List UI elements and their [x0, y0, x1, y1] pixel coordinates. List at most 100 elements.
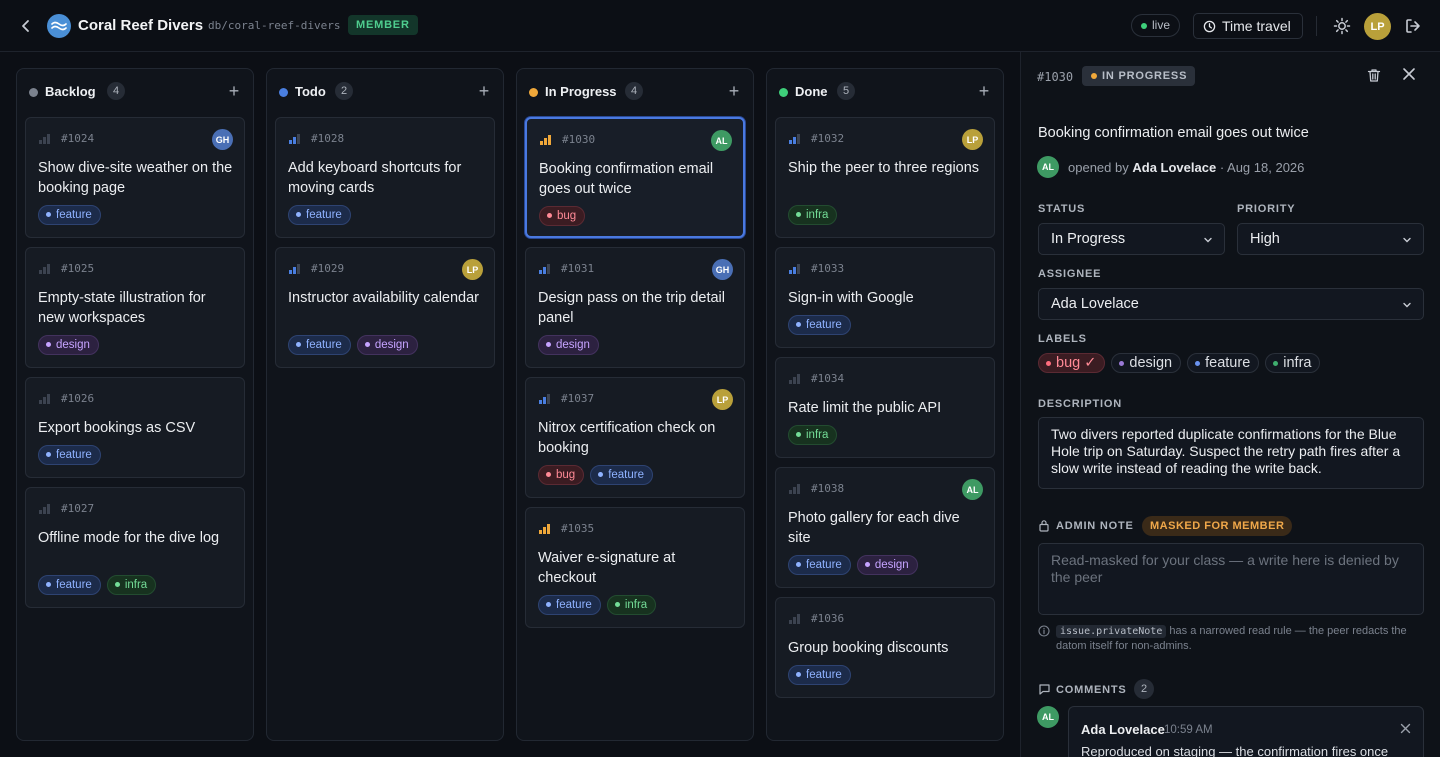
column-header: Done 5 + — [767, 69, 1003, 115]
back-arrow-icon[interactable] — [16, 16, 36, 36]
sun-icon[interactable] — [1333, 17, 1351, 35]
time-travel-button[interactable]: Time travel — [1193, 13, 1303, 39]
card-tags: feature — [788, 665, 851, 685]
assignee-avatar: LP — [962, 129, 983, 150]
column-header: Backlog 4 + — [17, 69, 253, 115]
label-chip-design[interactable]: design — [1111, 353, 1182, 373]
issue-card[interactable]: #1027 Offline mode for the dive log featur… — [25, 487, 245, 608]
card-id: #1028 — [311, 132, 345, 145]
status-badge: IN PROGRESS — [1082, 66, 1196, 86]
card-title: Group booking discounts — [788, 640, 949, 656]
priority-bars-icon — [789, 134, 800, 144]
card-id: #1031 — [561, 262, 595, 275]
card-tags: infra — [788, 425, 838, 445]
author-name: Ada Lovelace — [1132, 160, 1217, 175]
issue-card[interactable]: #1036 Group booking discounts feature — [775, 597, 995, 698]
comment-icon — [1038, 683, 1051, 696]
issue-card[interactable]: #1024 GH Show dive-site weather on the boo… — [25, 117, 245, 238]
column-count: 4 — [107, 82, 125, 100]
tag-bug: bug — [539, 206, 586, 226]
tag-feature: feature — [38, 575, 101, 595]
toolbar-divider — [1316, 16, 1317, 36]
card-id: #1038 — [811, 482, 845, 495]
tag-design: design — [856, 555, 918, 575]
assignee-avatar: AL — [962, 479, 983, 500]
card-title: Show dive-site weather on the booking pa… — [38, 160, 233, 196]
card-title: Nitrox certification check on booking — [538, 420, 716, 456]
assignee-select[interactable]: Ada Lovelace — [1038, 288, 1424, 320]
issue-card[interactable]: #1029 LP Instructor availability calendar f… — [275, 247, 495, 368]
tag-feature: feature — [788, 555, 851, 575]
issue-title[interactable]: Booking confirmation email goes out twic… — [1038, 125, 1309, 141]
tag-design: design — [356, 335, 418, 355]
label-chip-infra[interactable]: infra — [1265, 353, 1321, 373]
add-card-icon[interactable]: + — [476, 82, 492, 100]
description-textarea[interactable]: Two divers reported duplicate confirmati… — [1038, 417, 1424, 489]
issue-id: #1030 — [1037, 70, 1074, 84]
workspace-title: Coral Reef Divers — [78, 17, 204, 34]
role-badge: MEMBER — [348, 15, 418, 35]
issue-card[interactable]: #1026 Export bookings as CSV feature — [25, 377, 245, 478]
priority-bars-icon — [39, 264, 50, 274]
issue-detail-panel: #1030 IN PROGRESS Booking confirmation e… — [1020, 52, 1440, 757]
card-tags: infra — [788, 205, 838, 225]
card-id: #1024 — [61, 132, 95, 145]
priority-bars-icon — [539, 394, 550, 404]
column-in-progress: In Progress 4 + #1030 AL Booking confirmation… — [516, 68, 754, 741]
card-tags: bug — [539, 206, 586, 226]
issue-card[interactable]: #1030 AL Booking confirmation email goes o… — [525, 117, 745, 238]
priority-bars-icon — [540, 135, 551, 145]
priority-bars-icon — [39, 394, 50, 404]
live-status-pill: live — [1131, 14, 1181, 37]
logout-icon[interactable] — [1404, 17, 1422, 35]
labels-field-label: LABELS — [1038, 333, 1087, 345]
admin-note-textarea[interactable]: Read-masked for your class — a write her… — [1038, 543, 1424, 615]
card-title: Design pass on the trip detail panel — [538, 290, 725, 326]
assignee-field-label: ASSIGNEE — [1038, 268, 1102, 280]
add-card-icon[interactable]: + — [226, 82, 242, 100]
assignee-avatar: GH — [712, 259, 733, 280]
waves-logo-icon — [47, 14, 71, 38]
user-avatar[interactable]: LP — [1364, 13, 1391, 40]
opened-date: · Aug 18, 2026 — [1219, 160, 1305, 175]
card-id: #1035 — [561, 522, 595, 535]
tag-infra: infra — [788, 205, 838, 225]
top-bar: Coral Reef Divers db/coral-reef-divers M… — [0, 0, 1440, 52]
tag-bug: bug — [538, 465, 585, 485]
close-icon[interactable] — [1402, 67, 1420, 85]
label-chip-feature[interactable]: feature — [1187, 353, 1260, 373]
column-title: Todo — [295, 84, 326, 99]
assignee-avatar: AL — [711, 130, 732, 151]
issue-card[interactable]: #1032 LP Ship the peer to three regions inf… — [775, 117, 995, 238]
priority-bars-icon — [789, 264, 800, 274]
card-tags: feature infra — [38, 575, 157, 595]
issue-card[interactable]: #1025 Empty-state illustration for new wo… — [25, 247, 245, 368]
issue-card[interactable]: #1035 Waiver e-signature at checkout featu… — [525, 507, 745, 628]
tag-feature: feature — [538, 595, 601, 615]
issue-card[interactable]: #1038 AL Photo gallery for each dive site f… — [775, 467, 995, 588]
comment-item: Ada Lovelace 10:59 AM Reproduced on stag… — [1068, 706, 1424, 757]
issue-card[interactable]: #1028 Add keyboard shortcuts for moving c… — [275, 117, 495, 238]
card-tags: feature design — [788, 555, 918, 575]
card-tags: feature — [38, 445, 101, 465]
label-chip-bug[interactable]: bug ✓ — [1038, 353, 1106, 373]
tag-design: design — [38, 335, 99, 355]
issue-card[interactable]: #1031 GH Design pass on the trip detail pa… — [525, 247, 745, 368]
add-card-icon[interactable]: + — [976, 82, 992, 100]
admin-note-label: ADMIN NOTE — [1056, 520, 1134, 532]
status-select[interactable]: In Progress — [1038, 223, 1225, 255]
trash-icon[interactable] — [1367, 68, 1383, 84]
card-tags: design — [38, 335, 99, 355]
priority-bars-icon — [789, 374, 800, 384]
issue-card[interactable]: #1033 Sign-in with Google feature — [775, 247, 995, 348]
delete-comment-icon[interactable] — [1400, 721, 1411, 734]
priority-select[interactable]: High — [1237, 223, 1424, 255]
column-status-dot — [29, 88, 38, 97]
masked-badge: MASKED FOR MEMBER — [1142, 516, 1293, 536]
issue-card[interactable]: #1034 Rate limit the public API infra — [775, 357, 995, 458]
priority-bars-icon — [289, 134, 300, 144]
priority-bars-icon — [289, 264, 300, 274]
add-card-icon[interactable]: + — [726, 82, 742, 100]
card-id: #1032 — [811, 132, 845, 145]
issue-card[interactable]: #1037 LP Nitrox certification check on boo… — [525, 377, 745, 498]
